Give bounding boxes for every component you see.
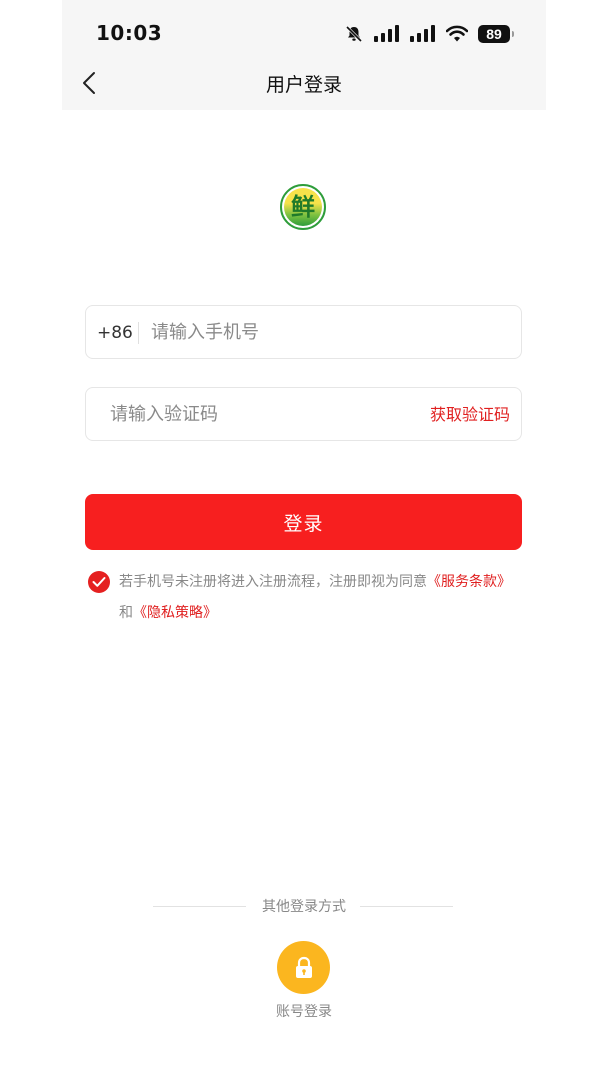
page-title: 用户登录 bbox=[265, 74, 342, 96]
divider-line-right bbox=[360, 906, 453, 907]
logo-glyph: 鲜 bbox=[284, 188, 322, 226]
code-field: 获取验证码 bbox=[85, 387, 522, 441]
country-code[interactable]: +86 bbox=[97, 306, 133, 360]
agreement-joiner: 和 bbox=[119, 605, 133, 621]
prefix-divider bbox=[138, 322, 139, 344]
status-icons: 89 bbox=[344, 22, 514, 46]
terms-link[interactable]: 《服务条款》 bbox=[427, 574, 511, 590]
verification-code-input[interactable] bbox=[110, 388, 410, 440]
wifi-icon bbox=[446, 25, 468, 42]
app-logo: 鲜 bbox=[280, 184, 326, 230]
privacy-link[interactable]: 《隐私策略》 bbox=[133, 605, 217, 621]
account-login-label[interactable]: 账号登录 bbox=[62, 1001, 546, 1021]
top-bar: 10:03 89 用户登录 bbox=[62, 0, 546, 110]
login-button[interactable]: 登录 bbox=[85, 494, 522, 550]
login-screen: 10:03 89 用户登录 鲜 +86 请输入手机号 请输入验证码 获取验证码 … bbox=[62, 0, 546, 1080]
muted-bell-icon bbox=[345, 25, 363, 43]
get-code-button[interactable]: 获取验证码 bbox=[430, 388, 510, 442]
other-login-divider: 其他登录方式 bbox=[62, 896, 546, 918]
signal-icon bbox=[374, 25, 399, 42]
lock-icon bbox=[295, 956, 312, 978]
check-icon bbox=[92, 577, 106, 587]
battery-icon: 89 bbox=[478, 25, 514, 43]
agreement-text: 若手机号未注册将进入注册流程，注册即视为同意《服务条款》和《隐私策略》 bbox=[119, 567, 524, 629]
phone-input[interactable] bbox=[151, 306, 511, 358]
battery-level: 89 bbox=[486, 26, 502, 42]
agreement-prefix: 若手机号未注册将进入注册流程，注册即视为同意 bbox=[119, 574, 427, 590]
agreement-checkbox[interactable] bbox=[88, 571, 110, 593]
account-login-button[interactable] bbox=[277, 941, 330, 994]
signal-icon-secondary bbox=[410, 25, 435, 42]
other-login-title: 其他登录方式 bbox=[262, 899, 346, 915]
phone-field: +86 bbox=[85, 305, 522, 359]
status-time: 10:03 bbox=[96, 21, 163, 45]
